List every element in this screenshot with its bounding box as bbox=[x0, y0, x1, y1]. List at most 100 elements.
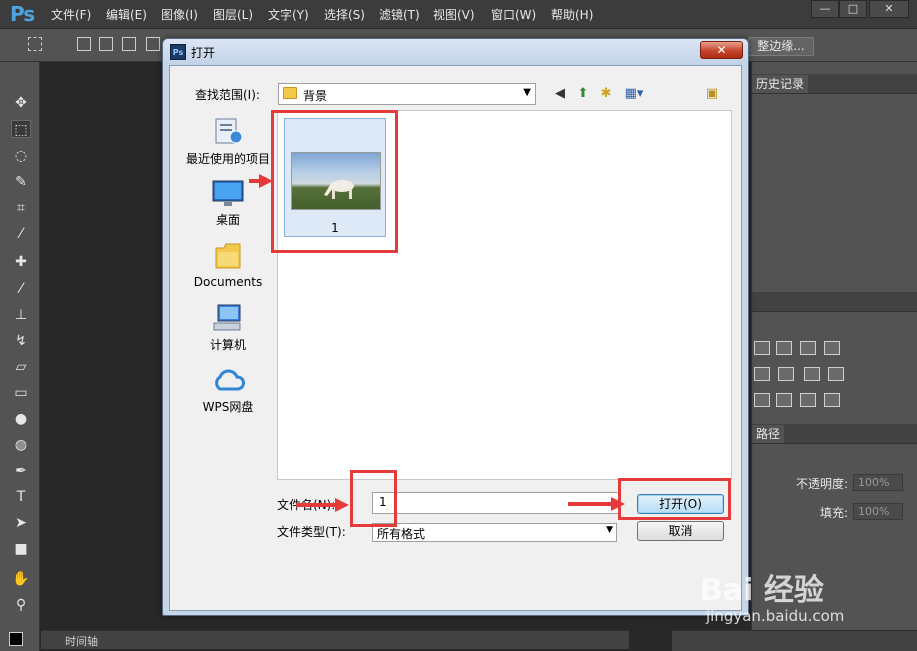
up-folder-icon[interactable]: ⬆ bbox=[573, 84, 593, 104]
new-selection-icon[interactable] bbox=[77, 37, 91, 51]
healing-brush-tool-icon[interactable]: ✚ bbox=[11, 253, 31, 271]
clone-stamp-tool-icon[interactable]: ⊥ bbox=[11, 306, 31, 324]
dialog-close-button[interactable]: ✕ bbox=[700, 41, 743, 59]
filetype-select[interactable]: 所有格式 ▼ bbox=[372, 523, 617, 542]
add-selection-icon[interactable] bbox=[99, 37, 113, 51]
cancel-button[interactable]: 取消 bbox=[637, 521, 724, 541]
channel-mixer-icon[interactable] bbox=[804, 367, 820, 381]
tab-history[interactable]: 历史记录 bbox=[752, 75, 809, 93]
invert-icon[interactable] bbox=[824, 393, 840, 407]
dialog-body: 查找范围(I): 背景 ▼ ◀ ⬆ ✱ ▦▾ ▣ 最近使用的项目 桌面 Docu… bbox=[169, 65, 742, 611]
timeline-label[interactable]: 时间轴 bbox=[65, 633, 98, 649]
refine-edge-button[interactable]: 整边缘... bbox=[748, 37, 814, 56]
marquee-preset-icon[interactable] bbox=[28, 37, 42, 51]
fill-field[interactable]: 100% bbox=[853, 503, 903, 520]
photoshop-icon: Ps bbox=[170, 44, 186, 60]
menu-select[interactable]: 选择(S) bbox=[324, 6, 365, 23]
quick-select-tool-icon[interactable]: ✎ bbox=[11, 173, 31, 191]
menu-type[interactable]: 文字(Y) bbox=[268, 6, 309, 23]
brush-tool-icon[interactable]: ⁄ bbox=[11, 280, 31, 298]
curves-icon[interactable] bbox=[800, 341, 816, 355]
threshold-icon[interactable] bbox=[776, 393, 792, 407]
maximize-button[interactable]: □ bbox=[839, 0, 867, 18]
layers-panel-header: 路径 bbox=[752, 424, 917, 444]
filetype-label: 文件类型(T): bbox=[277, 525, 346, 539]
wps-cloud-icon bbox=[215, 369, 245, 391]
eyedropper-tool-icon[interactable]: ⁄ bbox=[11, 225, 31, 243]
look-in-dropdown[interactable]: 背景 ▼ bbox=[278, 83, 536, 105]
annotation-arrow-file bbox=[249, 179, 259, 183]
watermark-url: jingyan.baidu.com bbox=[706, 607, 845, 625]
menu-layer[interactable]: 图层(L) bbox=[213, 6, 253, 23]
zoom-tool-icon[interactable]: ⚲ bbox=[11, 596, 31, 614]
tab-paths[interactable]: 路径 bbox=[752, 425, 785, 443]
favorite-folder-icon[interactable]: ▣ bbox=[702, 84, 722, 104]
annotation-arrow-filename bbox=[296, 503, 336, 507]
crop-tool-icon[interactable]: ⌗ bbox=[11, 199, 31, 217]
dodge-tool-icon[interactable]: ◍ bbox=[11, 436, 31, 454]
computer-icon bbox=[213, 304, 241, 331]
shape-tool-icon[interactable]: ■ bbox=[11, 540, 31, 558]
history-panel-header: 历史记录 bbox=[752, 74, 917, 94]
type-tool-icon[interactable]: T bbox=[11, 488, 31, 506]
menu-window[interactable]: 窗口(W) bbox=[491, 6, 536, 23]
photoshop-logo: Ps bbox=[10, 2, 35, 26]
place-documents[interactable]: Documents bbox=[182, 240, 274, 289]
new-folder-icon[interactable]: ✱ bbox=[596, 84, 616, 104]
place-desktop-label: 桌面 bbox=[215, 213, 240, 227]
hand-tool-icon[interactable]: ✋ bbox=[11, 570, 31, 588]
place-computer[interactable]: 计算机 bbox=[182, 303, 274, 353]
menu-filter[interactable]: 滤镜(T) bbox=[379, 6, 420, 23]
menu-help[interactable]: 帮助(H) bbox=[551, 6, 593, 23]
folder-icon bbox=[283, 87, 297, 99]
annotation-arrow-file-head bbox=[259, 174, 273, 188]
subtract-selection-icon[interactable] bbox=[122, 37, 136, 51]
layers-bottom-bar bbox=[672, 630, 917, 651]
minimize-button[interactable]: — bbox=[811, 0, 839, 18]
brightness-icon[interactable] bbox=[754, 341, 770, 355]
place-wps-cloud-label: WPS网盘 bbox=[202, 400, 254, 414]
eraser-tool-icon[interactable]: ▱ bbox=[11, 358, 31, 376]
chevron-down-icon: ▼ bbox=[606, 525, 613, 535]
annotation-arrow-open-head bbox=[611, 497, 625, 511]
view-menu-icon[interactable]: ▦▾ bbox=[620, 84, 648, 104]
history-brush-tool-icon[interactable]: ↯ bbox=[11, 332, 31, 350]
photo-filter-icon[interactable] bbox=[778, 367, 794, 381]
back-icon[interactable]: ◀ bbox=[550, 84, 570, 104]
posterize-icon[interactable] bbox=[754, 393, 770, 407]
move-tool-icon[interactable]: ✥ bbox=[11, 94, 31, 112]
adjustments-panel-header bbox=[752, 292, 917, 312]
right-panels: 历史记录 路径 不透明度: 100% 填充: 100% bbox=[751, 62, 917, 651]
place-wps-cloud[interactable]: WPS网盘 bbox=[182, 365, 274, 415]
blur-tool-icon[interactable]: ● bbox=[11, 410, 31, 428]
place-recent-label: 最近使用的项目 bbox=[185, 152, 270, 166]
intersect-selection-icon[interactable] bbox=[146, 37, 160, 51]
menu-file[interactable]: 文件(F) bbox=[51, 6, 91, 23]
color-balance-icon[interactable] bbox=[754, 367, 770, 381]
pen-tool-icon[interactable]: ✒ bbox=[11, 462, 31, 480]
close-app-button[interactable]: ✕ bbox=[869, 0, 909, 18]
annotation-filename-highlight bbox=[350, 470, 397, 527]
lasso-tool-icon[interactable]: ◌ bbox=[11, 147, 31, 165]
path-select-tool-icon[interactable]: ➤ bbox=[11, 514, 31, 532]
timeline-panel-bar: 时间轴 bbox=[41, 630, 629, 649]
dialog-title: 打开 bbox=[191, 46, 216, 60]
filetype-value: 所有格式 bbox=[377, 527, 426, 541]
menu-edit[interactable]: 编辑(E) bbox=[106, 6, 147, 23]
foreground-color-swatch[interactable] bbox=[9, 632, 23, 646]
selective-color-icon[interactable] bbox=[800, 393, 816, 407]
menu-image[interactable]: 图像(I) bbox=[161, 6, 198, 23]
color-lookup-icon[interactable] bbox=[828, 367, 844, 381]
gradient-tool-icon[interactable]: ▭ bbox=[11, 384, 31, 402]
look-in-value: 背景 bbox=[303, 89, 328, 103]
baidu-watermark: Bai 经验 jingyan.baidu.com bbox=[700, 565, 900, 633]
recent-items-icon bbox=[215, 118, 243, 144]
place-recent[interactable]: 最近使用的项目 bbox=[182, 115, 274, 167]
marquee-tool-icon[interactable]: ⬚ bbox=[11, 120, 31, 138]
dialog-titlebar: Ps 打开 ✕ bbox=[163, 39, 748, 65]
menu-view[interactable]: 视图(V) bbox=[433, 6, 475, 23]
chevron-down-icon: ▼ bbox=[523, 87, 531, 98]
opacity-field[interactable]: 100% bbox=[853, 474, 903, 491]
gradient-map-icon[interactable] bbox=[824, 341, 840, 355]
levels-icon[interactable] bbox=[776, 341, 792, 355]
